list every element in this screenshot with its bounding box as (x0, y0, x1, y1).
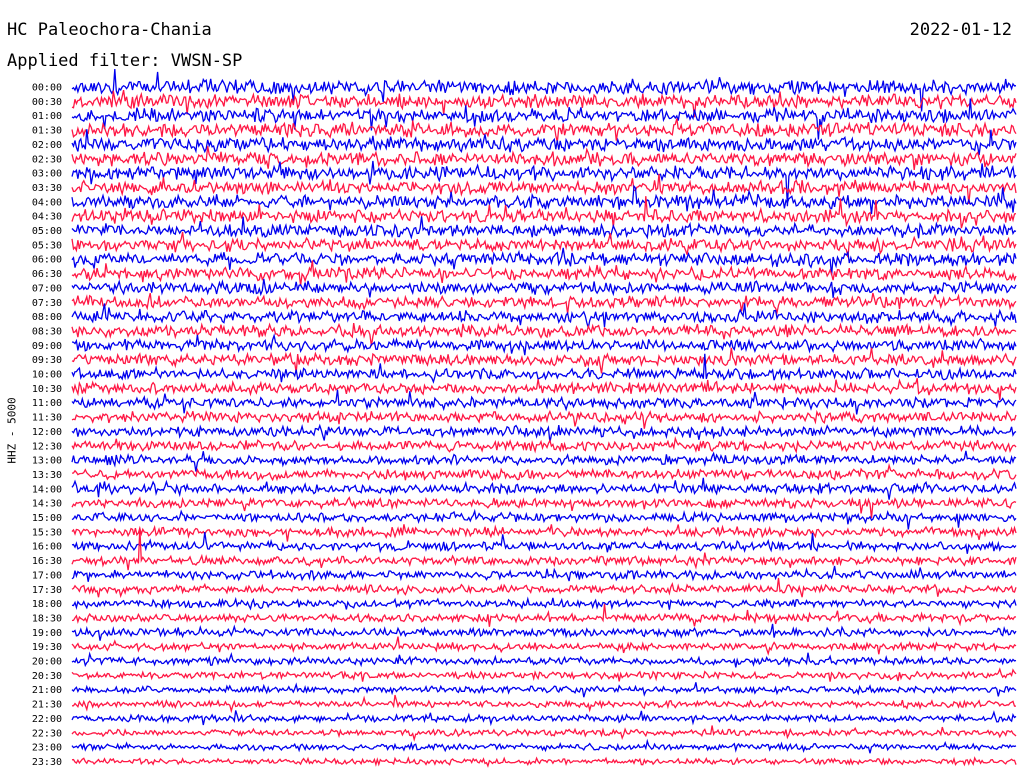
trace-row (71, 524, 1017, 542)
row-label: 06:00 (32, 255, 62, 266)
y-axis-label: HHZ - 5000 (5, 397, 19, 464)
trace-row (71, 333, 1017, 356)
trace-row (71, 292, 1017, 316)
row-label: 20:30 (32, 671, 62, 682)
trace-row (71, 667, 1017, 682)
row-label: 03:30 (32, 183, 62, 194)
row-label: 12:00 (32, 427, 62, 438)
row-label: 04:30 (32, 212, 62, 223)
row-label: 21:00 (32, 685, 62, 696)
row-label: 15:30 (32, 527, 62, 538)
trace-row (71, 378, 1017, 401)
row-label: 00:00 (32, 83, 62, 94)
trace-row (71, 651, 1017, 668)
trace-row (71, 450, 1017, 472)
trace-row (71, 623, 1017, 641)
row-label: 01:30 (32, 126, 62, 137)
row-label: 17:00 (32, 570, 62, 581)
trace-row (71, 694, 1016, 714)
row-label: 18:30 (32, 613, 62, 624)
seismogram-svg: 00:00 00:30 01:00 01:30 02:00 02:30 03:00 03:30… (32, 69, 1017, 768)
row-label: 13:30 (32, 470, 62, 481)
trace-row (71, 462, 1017, 482)
trace-row (71, 565, 1017, 582)
row-label: 16:00 (32, 542, 62, 553)
trace-row (71, 682, 1017, 698)
row-label: 15:00 (32, 513, 62, 524)
row-label: 16:30 (32, 556, 62, 567)
row-label: 01:00 (32, 111, 62, 122)
trace-row (71, 738, 1017, 754)
row-label: 10:00 (32, 370, 62, 381)
row-label: 23:00 (32, 743, 62, 754)
trace-row (71, 636, 1017, 656)
date-label: 2022-01-12 (909, 20, 1012, 40)
trace-row (71, 278, 1017, 298)
trace-row (71, 596, 1017, 611)
row-label: 07:00 (32, 283, 62, 294)
trace-row (71, 508, 1017, 530)
row-label: 12:30 (32, 441, 62, 452)
trace-row (71, 260, 1017, 286)
row-label: 19:30 (32, 642, 62, 653)
trace-row (71, 532, 1017, 554)
row-label: 22:30 (32, 728, 62, 739)
trace-row (71, 710, 1017, 727)
row-label: 13:00 (32, 456, 62, 467)
trace-row (71, 577, 1017, 599)
row-label: 07:30 (32, 298, 62, 309)
row-label: 09:00 (32, 341, 62, 352)
trace-row (71, 196, 1017, 229)
row-label: 08:30 (32, 326, 62, 337)
row-label: 05:00 (32, 226, 62, 237)
row-label: 18:00 (32, 599, 62, 610)
row-label: 02:00 (32, 140, 62, 151)
row-label: 19:00 (32, 628, 62, 639)
trace-row (71, 423, 1017, 443)
row-label: 20:00 (32, 657, 62, 668)
trace-row (71, 756, 1017, 768)
trace-row (71, 146, 1017, 170)
seismogram-plot: 00:00 00:30 01:00 01:30 02:00 02:30 03:00 03:30… (0, 0, 1024, 780)
row-label: 02:30 (32, 154, 62, 165)
row-label: 14:30 (32, 499, 62, 510)
row-label: 23:30 (32, 757, 62, 768)
trace-row (71, 303, 1017, 328)
trace-row (71, 477, 1017, 500)
trace-row (71, 436, 1017, 454)
trace-row (71, 353, 1017, 384)
row-label: 08:00 (32, 312, 62, 323)
trace-row (71, 409, 1017, 429)
row-label: 11:30 (32, 413, 62, 424)
row-label: 11:00 (32, 398, 62, 409)
filter-label: Applied filter: VWSN-SP (7, 51, 243, 71)
row-label: 09:30 (32, 355, 62, 366)
row-label: 21:30 (32, 700, 62, 711)
row-label: 05:30 (32, 240, 62, 251)
trace-row (71, 725, 1017, 742)
row-label: 04:00 (32, 197, 62, 208)
trace-row (71, 603, 1017, 627)
row-label: 10:30 (32, 384, 62, 395)
row-label: 03:00 (32, 169, 62, 180)
trace-row (71, 69, 1017, 112)
station-title: HC Paleochora-Chania (7, 20, 212, 40)
row-label: 14:00 (32, 484, 62, 495)
row-label: 00:30 (32, 97, 62, 108)
trace-row (71, 347, 1017, 374)
row-label: 06:30 (32, 269, 62, 280)
row-label: 22:00 (32, 714, 62, 725)
trace-row (71, 389, 1017, 415)
row-label: 17:30 (32, 585, 62, 596)
